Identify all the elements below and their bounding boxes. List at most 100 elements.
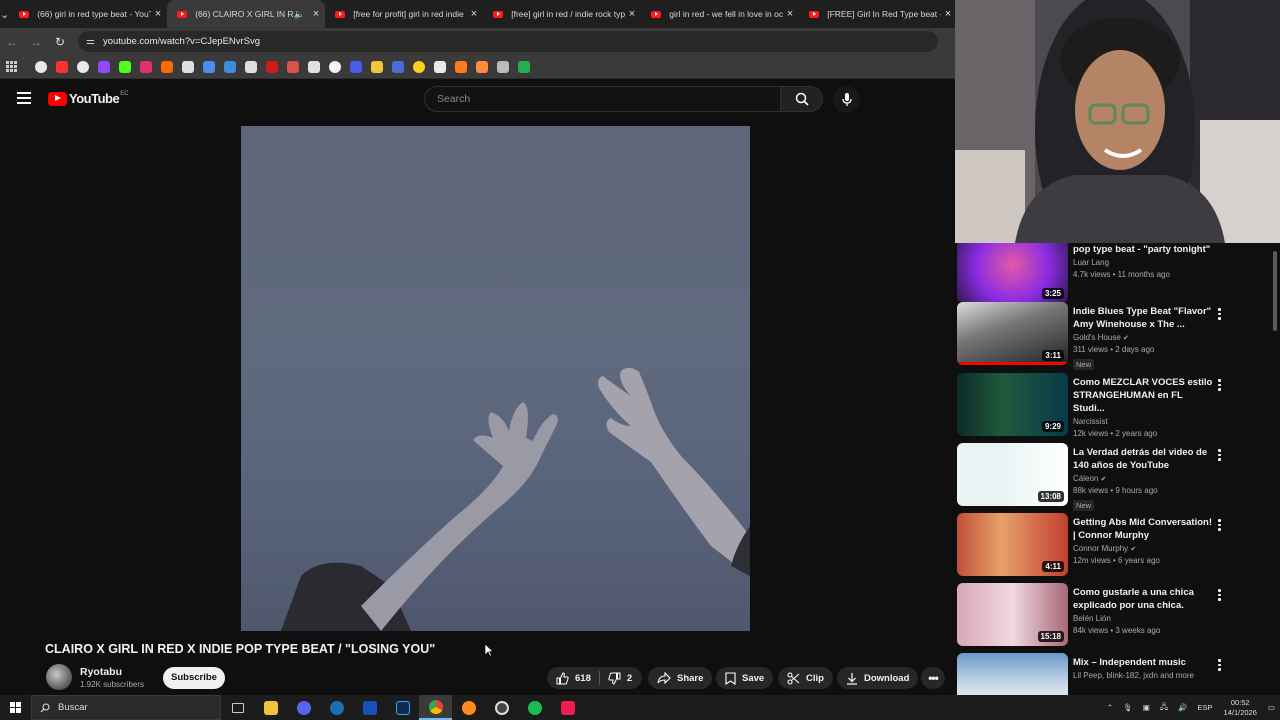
tiktok-icon[interactable]: [551, 695, 584, 720]
recommendation-card[interactable]: 4:11 Getting Abs Mid Conversation! | Conn…: [957, 513, 1272, 577]
recommendation-title[interactable]: Indie Blues Type Beat "Flavor" Amy Wineh…: [1073, 305, 1213, 331]
recommendation-title[interactable]: La Verdad detrás del video de 140 años d…: [1073, 446, 1213, 472]
recommendation-title[interactable]: Getting Abs Mid Conversation! | Connor M…: [1073, 516, 1213, 542]
subscribe-button[interactable]: Subscribe: [163, 667, 225, 689]
tray-overflow-icon[interactable]: ⌃: [1107, 703, 1113, 712]
obs-icon[interactable]: [485, 695, 518, 720]
more-options-icon[interactable]: [1218, 379, 1222, 393]
channel-owner[interactable]: Ryotabu 1.92K subscribers: [46, 664, 144, 690]
recommendation-channel[interactable]: Luar Lang: [1073, 258, 1109, 267]
bookmark-icon[interactable]: [34, 60, 47, 73]
audio-playing-icon[interactable]: 🔈: [294, 9, 305, 20]
video-thumbnail[interactable]: 13:08: [957, 443, 1068, 506]
browser-tab[interactable]: (66) girl in red type beat - YouTube ×: [9, 0, 167, 28]
bookmark-icon[interactable]: [97, 60, 110, 73]
bookmark-icon[interactable]: [202, 60, 215, 73]
reload-icon[interactable]: ↻: [48, 35, 72, 49]
bookmark-icon[interactable]: [328, 60, 341, 73]
search-input[interactable]: Search: [424, 86, 781, 112]
steam-icon[interactable]: [320, 695, 353, 720]
thumbs-up-icon[interactable]: [556, 671, 569, 685]
more-options-icon[interactable]: [1218, 449, 1222, 463]
recommendation-card[interactable]: 13:08 La Verdad detrás del video de 140 a…: [957, 443, 1272, 511]
vegas-icon[interactable]: [353, 695, 386, 720]
bookmark-icon[interactable]: [307, 60, 320, 73]
browser-tab[interactable]: [free] girl in red / indie rock typ ×: [483, 0, 641, 28]
bookmark-icon[interactable]: [76, 60, 89, 73]
like-count[interactable]: 618: [575, 673, 591, 684]
recommendation-title[interactable]: Como gustarle a una chica explicado por …: [1073, 586, 1213, 612]
close-tab-icon[interactable]: ×: [155, 8, 161, 20]
file-explorer-icon[interactable]: [254, 695, 287, 720]
taskbar-search-input[interactable]: Buscar: [31, 695, 221, 720]
tab-search-icon[interactable]: ⌄: [0, 0, 9, 28]
bookmark-icon[interactable]: [244, 60, 257, 73]
video-thumbnail[interactable]: [957, 653, 1068, 695]
menu-icon[interactable]: [17, 92, 31, 107]
browser-tab[interactable]: [FREE] Girl In Red Type beat - B ×: [799, 0, 957, 28]
chrome-icon[interactable]: [419, 695, 452, 720]
download-button[interactable]: Download: [837, 667, 919, 689]
bookmark-icon[interactable]: [454, 60, 467, 73]
browser-tab[interactable]: girl in red - we fell in love in oc ×: [641, 0, 799, 28]
dislike-count[interactable]: 2: [627, 673, 632, 684]
bookmark-icon[interactable]: [286, 60, 299, 73]
browser-tab[interactable]: [free for profit] girl in red indie ×: [325, 0, 483, 28]
recommendation-card[interactable]: 15:18 Como gustarle a una chica explicado…: [957, 583, 1272, 647]
recommendation-card[interactable]: Mix – Independent music Lil Peep, blink-1…: [957, 653, 1272, 695]
notifications-icon[interactable]: ▭: [1268, 703, 1275, 712]
browser-tab[interactable]: (66) CLAIRO X GIRL IN RED🔈 ×: [167, 0, 326, 28]
bookmark-icon[interactable]: [433, 60, 446, 73]
more-options-icon[interactable]: [1218, 659, 1222, 673]
bookmark-icon[interactable]: [181, 60, 194, 73]
video-thumbnail[interactable]: 3:25: [957, 243, 1068, 303]
close-tab-icon[interactable]: ×: [313, 8, 319, 20]
recommendation-channel[interactable]: Belén Lión: [1073, 614, 1111, 623]
channel-avatar[interactable]: [46, 664, 72, 690]
clip-button[interactable]: Clip: [778, 667, 833, 689]
spotify-icon[interactable]: [518, 695, 551, 720]
recommendation-channel[interactable]: Narcissist: [1073, 417, 1108, 426]
video-thumbnail[interactable]: 15:18: [957, 583, 1068, 646]
forward-icon[interactable]: →: [24, 35, 48, 49]
bookmark-icon[interactable]: [55, 60, 68, 73]
bookmark-icon[interactable]: [160, 60, 173, 73]
voice-search-button[interactable]: [833, 86, 860, 113]
save-button[interactable]: Save: [716, 667, 774, 689]
video-thumbnail[interactable]: 3:11: [957, 302, 1068, 365]
clock[interactable]: 00:52 14/1/2026: [1224, 698, 1257, 718]
close-tab-icon[interactable]: ×: [629, 8, 635, 20]
more-options-icon[interactable]: [1218, 519, 1222, 533]
video-thumbnail[interactable]: 9:29: [957, 373, 1068, 436]
channel-name[interactable]: Ryotabu: [80, 666, 144, 678]
fl-studio-icon[interactable]: [452, 695, 485, 720]
youtube-logo[interactable]: YouTube EC: [48, 91, 129, 106]
bookmark-icon[interactable]: [412, 60, 425, 73]
more-options-icon[interactable]: [1218, 308, 1222, 322]
recommendation-title[interactable]: Como MEZCLAR VOCES estilo STRANGEHUMAN e…: [1073, 376, 1213, 415]
recommendation-card[interactable]: 3:25 pop type beat - "party tonight" Luar …: [957, 243, 1272, 304]
bookmark-icon[interactable]: [391, 60, 404, 73]
close-tab-icon[interactable]: ×: [787, 8, 793, 20]
recommendation-channel[interactable]: Cáleon: [1073, 474, 1098, 483]
discord-icon[interactable]: [287, 695, 320, 720]
url-bar[interactable]: ⚌ youtube.com/watch?v=CJepENvrSvg: [78, 31, 938, 52]
video-player[interactable]: [241, 126, 750, 631]
recommendation-channel[interactable]: Lil Peep, blink-182, jxdn and more: [1073, 671, 1194, 680]
recommendation-channel[interactable]: Connor Murphy: [1073, 544, 1128, 553]
bookmark-icon[interactable]: [370, 60, 383, 73]
bookmark-icon[interactable]: [517, 60, 530, 73]
back-icon[interactable]: ←: [0, 35, 24, 49]
more-actions-button[interactable]: •••: [921, 667, 945, 689]
usb-icon[interactable]: ▣: [1143, 703, 1150, 712]
close-tab-icon[interactable]: ×: [471, 8, 477, 20]
recommendation-card[interactable]: 3:11 Indie Blues Type Beat "Flavor" Amy W…: [957, 302, 1272, 370]
recommendation-title[interactable]: pop type beat - "party tonight": [1073, 243, 1213, 256]
thumbs-down-icon[interactable]: [608, 672, 621, 685]
volume-icon[interactable]: 🔊: [1178, 703, 1187, 712]
bookmark-icon[interactable]: [496, 60, 509, 73]
recommendation-title[interactable]: Mix – Independent music: [1073, 656, 1213, 669]
microphone-tray-icon[interactable]: 🎙: [1123, 703, 1133, 712]
more-options-icon[interactable]: [1218, 589, 1222, 603]
recommendation-channel[interactable]: Gold's House: [1073, 333, 1121, 342]
